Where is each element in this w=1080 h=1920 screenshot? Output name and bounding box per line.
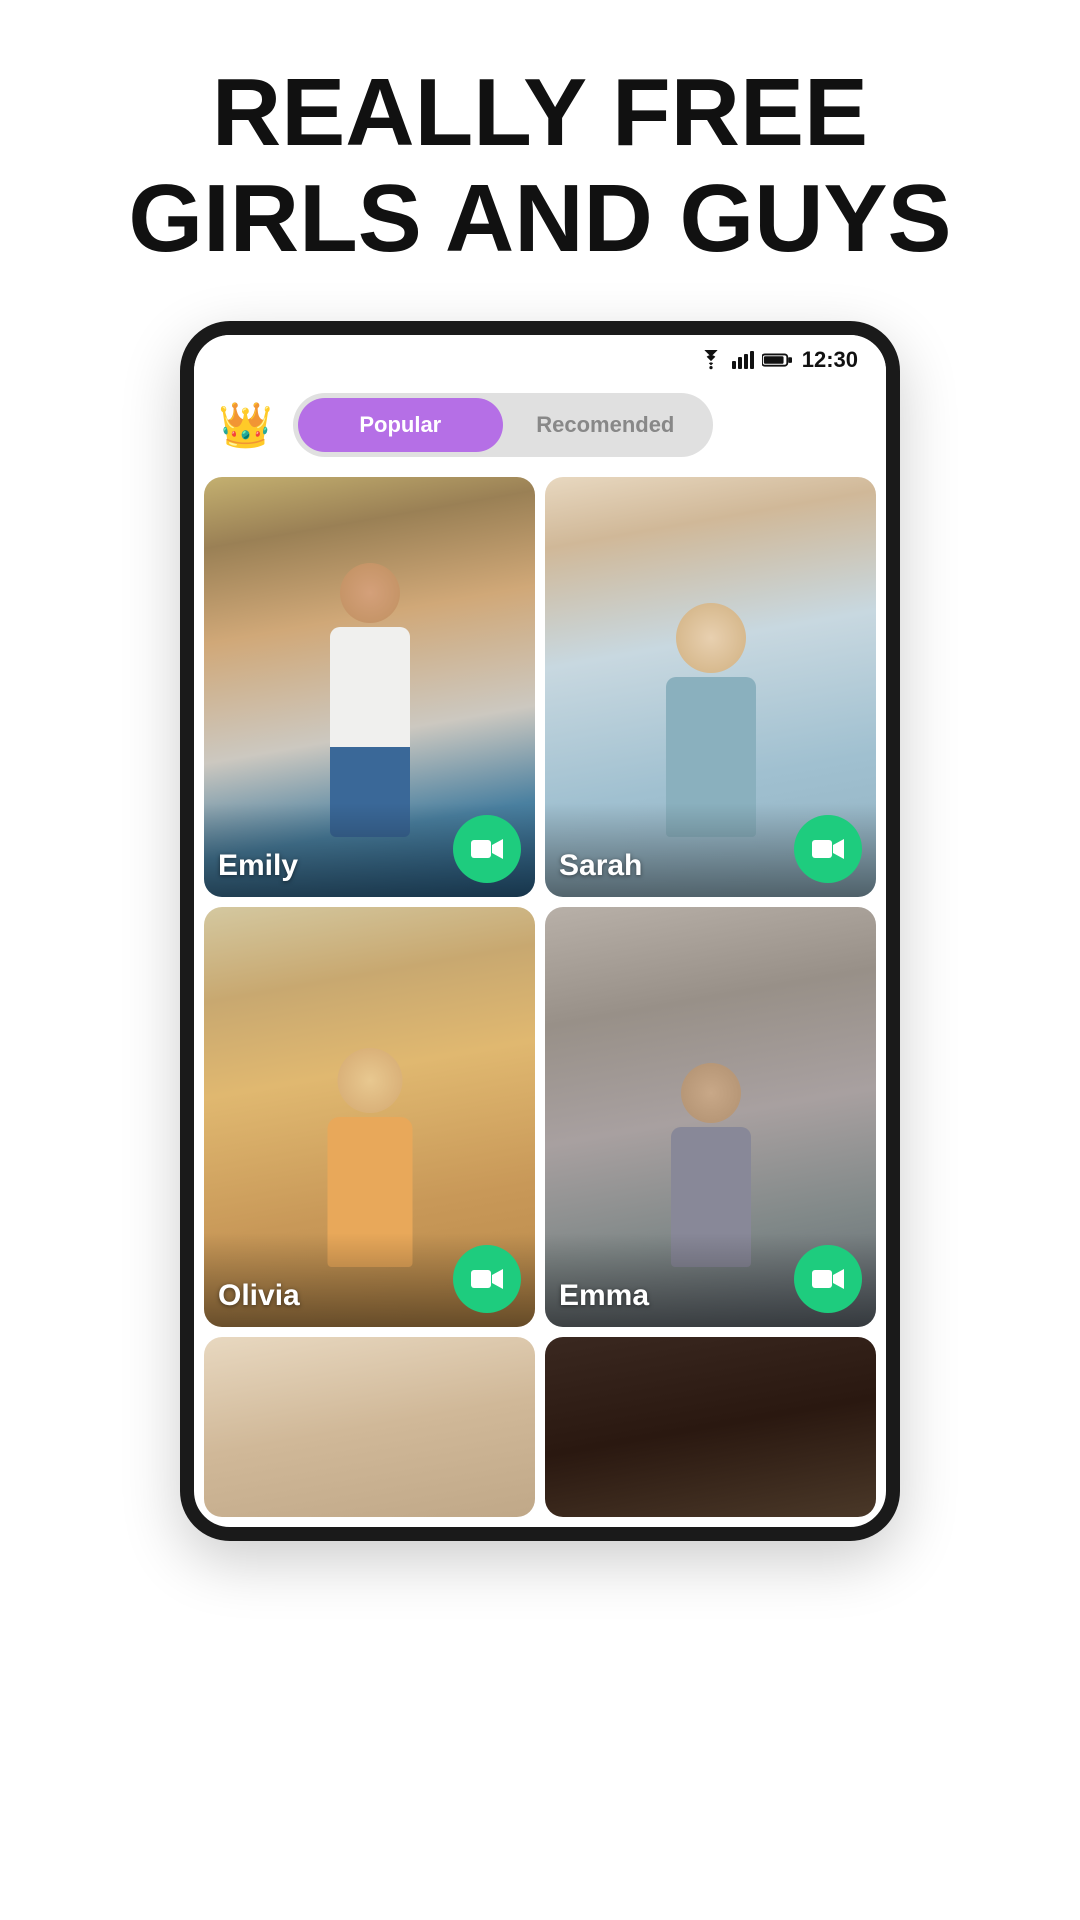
profile-name-olivia: Olivia bbox=[218, 1279, 300, 1313]
profile-overlay-sarah: Sarah bbox=[545, 803, 876, 897]
page-title: REALLY FREE GIRLS AND GUYS bbox=[68, 0, 1011, 321]
profile-overlay-emily: Emily bbox=[204, 803, 535, 897]
video-camera-icon bbox=[812, 836, 844, 862]
wifi-icon bbox=[698, 350, 724, 370]
profile-name-sarah: Sarah bbox=[559, 849, 642, 883]
title-line1: REALLY FREE bbox=[212, 59, 868, 166]
video-call-btn-olivia[interactable] bbox=[453, 1245, 521, 1313]
profile-card-emma[interactable]: Emma bbox=[545, 907, 876, 1327]
video-camera-icon bbox=[812, 1266, 844, 1292]
battery-icon bbox=[762, 352, 792, 368]
partial-card-2[interactable] bbox=[545, 1337, 876, 1517]
tab-switcher: Popular Recomended bbox=[293, 393, 713, 457]
profile-card-emily[interactable]: Emily bbox=[204, 477, 535, 897]
profile-overlay-emma: Emma bbox=[545, 1233, 876, 1327]
status-time: 12:30 bbox=[802, 347, 858, 373]
partial-card-1[interactable] bbox=[204, 1337, 535, 1517]
video-call-btn-emily[interactable] bbox=[453, 815, 521, 883]
video-camera-icon bbox=[471, 836, 503, 862]
signal-icon bbox=[732, 350, 754, 370]
crown-icon: 👑 bbox=[218, 399, 273, 451]
profile-name-emily: Emily bbox=[218, 849, 298, 883]
profile-name-emma: Emma bbox=[559, 1279, 649, 1313]
title-line2: GIRLS AND GUYS bbox=[128, 165, 951, 272]
tab-recommended[interactable]: Recomended bbox=[503, 398, 708, 452]
video-call-btn-sarah[interactable] bbox=[794, 815, 862, 883]
status-bar: 12:30 bbox=[194, 335, 886, 381]
app-header: 👑 Popular Recomended bbox=[194, 381, 886, 477]
status-icons bbox=[698, 350, 792, 370]
video-camera-icon bbox=[471, 1266, 503, 1292]
profiles-grid: Emily Sarah bbox=[194, 477, 886, 1527]
profile-card-olivia[interactable]: Olivia bbox=[204, 907, 535, 1327]
phone-frame: 12:30 👑 Popular Recomended Emily bbox=[180, 321, 900, 1541]
tab-popular[interactable]: Popular bbox=[298, 398, 503, 452]
profile-overlay-olivia: Olivia bbox=[204, 1233, 535, 1327]
profile-card-sarah[interactable]: Sarah bbox=[545, 477, 876, 897]
video-call-btn-emma[interactable] bbox=[794, 1245, 862, 1313]
